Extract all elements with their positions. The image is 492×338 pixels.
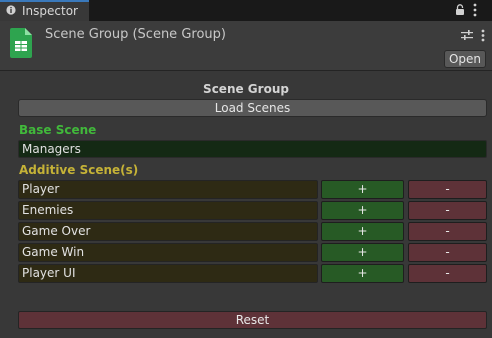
inspector-header: Scene Group (Scene Group) Open: [0, 21, 492, 71]
remove-scene-button[interactable]: -: [408, 222, 487, 241]
scene-field[interactable]: Player UI: [18, 264, 318, 283]
tab-bar: Inspector: [0, 0, 492, 21]
base-scene-label: Base Scene: [19, 123, 97, 137]
reset-button[interactable]: Reset: [18, 311, 487, 329]
remove-scene-button[interactable]: -: [408, 201, 487, 220]
scene-field[interactable]: Player: [18, 180, 318, 199]
open-button[interactable]: Open: [444, 50, 486, 68]
tab-inspector[interactable]: Inspector: [0, 0, 89, 21]
add-scene-button[interactable]: +: [321, 222, 404, 241]
scene-field[interactable]: Enemies: [18, 201, 318, 220]
remove-scene-button[interactable]: -: [408, 243, 487, 262]
add-scene-button[interactable]: +: [321, 180, 404, 199]
additive-scene-row: Player + -: [18, 180, 487, 199]
scene-field[interactable]: Game Win: [18, 243, 318, 262]
additive-scene-row: Game Over + -: [18, 222, 487, 241]
preset-settings-icon[interactable]: [461, 29, 473, 41]
base-scene-field[interactable]: Managers: [18, 140, 487, 158]
remove-scene-button[interactable]: -: [408, 264, 487, 283]
additive-scene-row: Player UI + -: [18, 264, 487, 283]
additive-scenes-label: Additive Scene(s): [19, 163, 139, 177]
remove-scene-button[interactable]: -: [408, 180, 487, 199]
section-title: Scene Group: [203, 82, 289, 96]
info-icon: [6, 5, 16, 15]
tab-label: Inspector: [22, 4, 78, 18]
load-scenes-button[interactable]: Load Scenes: [18, 99, 487, 117]
header-kebab-icon[interactable]: [481, 29, 485, 42]
scene-field[interactable]: Game Over: [18, 222, 318, 241]
additive-scene-row: Enemies + -: [18, 201, 487, 220]
additive-scene-row: Game Win + -: [18, 243, 487, 262]
scene-group-asset-icon: [10, 28, 32, 58]
add-scene-button[interactable]: +: [321, 201, 404, 220]
add-scene-button[interactable]: +: [321, 243, 404, 262]
add-scene-button[interactable]: +: [321, 264, 404, 283]
lock-icon[interactable]: [455, 4, 465, 15]
kebab-menu-icon[interactable]: [473, 3, 477, 17]
asset-title: Scene Group (Scene Group): [45, 27, 226, 42]
